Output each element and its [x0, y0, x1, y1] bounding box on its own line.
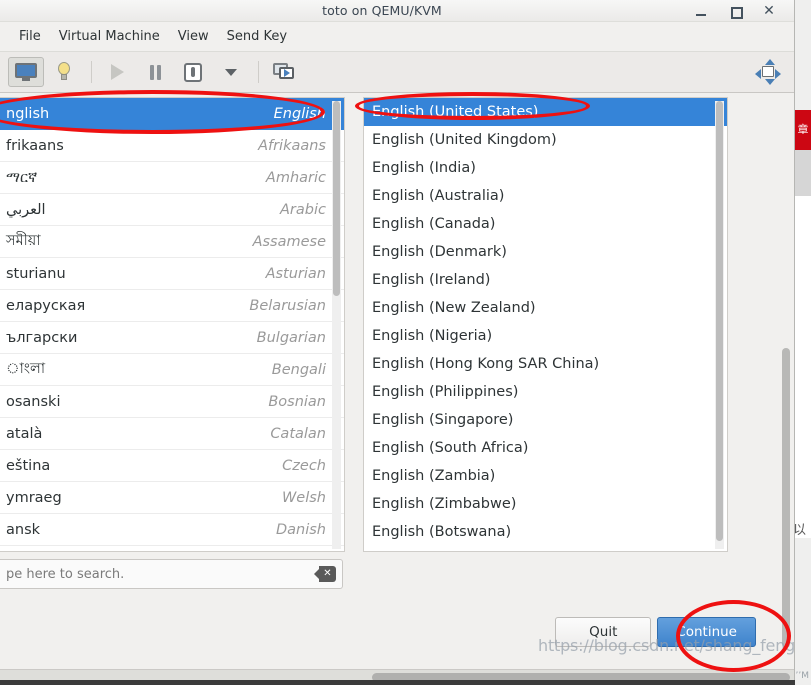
show-details-button[interactable]	[46, 57, 82, 87]
language-english-name: Assamese	[252, 233, 326, 250]
language-native-name: العربي	[6, 201, 46, 218]
pause-icon	[149, 64, 161, 80]
language-row[interactable]: العربي Arabic	[0, 194, 344, 226]
guest-display: nglishEnglish›frikaansAfrikaansማርኛAmhari…	[0, 93, 794, 669]
clear-icon-glyph: ✕	[319, 566, 336, 582]
fullscreen-icon	[755, 59, 781, 85]
monitor-icon	[15, 63, 37, 81]
language-row[interactable]: সমীয়া Assamese	[0, 226, 344, 258]
snapshots-icon	[273, 62, 295, 82]
language-row[interactable]: ългарски Bulgarian	[0, 322, 344, 354]
language-native-name: ansk	[6, 521, 41, 538]
language-native-name: ymraeg	[6, 489, 62, 506]
language-english-name: Belarusian	[249, 297, 326, 314]
language-row[interactable]: ymraeg Welsh	[0, 482, 344, 514]
background-red-block: 章	[795, 110, 811, 150]
language-row[interactable]: ansk Danish	[0, 514, 344, 546]
locale-row[interactable]: English (Zimbabwe)	[364, 490, 727, 518]
language-native-name: еларуская	[6, 297, 86, 314]
language-native-name: osanski	[6, 393, 61, 410]
locale-row[interactable]: English (Canada)	[364, 210, 727, 238]
language-list-panel[interactable]: nglishEnglish›frikaansAfrikaansማርኛAmhari…	[0, 97, 345, 552]
toolbar-separator-1	[91, 61, 92, 83]
locale-row[interactable]: English (Denmark)	[364, 238, 727, 266]
locale-row[interactable]: English (Ireland)	[364, 266, 727, 294]
locale-row[interactable]: English (Hong Kong SAR China)	[364, 350, 727, 378]
language-english-name: Bulgarian	[256, 329, 326, 346]
locale-row[interactable]: English (Philippines)	[364, 378, 727, 406]
locale-row[interactable]: English (New Zealand)	[364, 294, 727, 322]
power-icon	[184, 62, 202, 82]
locale-row[interactable]: English (Nigeria)	[364, 322, 727, 350]
shutdown-button[interactable]	[175, 57, 211, 87]
language-row[interactable]: eština Czech	[0, 450, 344, 482]
close-icon[interactable]: ✕	[762, 4, 776, 18]
language-native-name: াংলা	[6, 360, 46, 377]
language-row[interactable]: াংলা Bengali	[0, 354, 344, 386]
language-row[interactable]: sturianu Asturian	[0, 258, 344, 290]
language-row[interactable]: ማርኛ Amharic	[0, 162, 344, 194]
guest-vertical-scrollbar[interactable]	[780, 93, 792, 669]
locale-row[interactable]: English (India)	[364, 154, 727, 182]
menu-send-key[interactable]: Send Key	[218, 26, 296, 47]
guest-vertical-scrollbar-thumb[interactable]	[782, 348, 790, 648]
background-cjk-text: 以	[793, 523, 807, 538]
language-native-name: সমীয়া	[6, 232, 41, 249]
language-list: nglishEnglish›frikaansAfrikaansማርኛAmhari…	[0, 98, 344, 546]
snapshots-button[interactable]	[266, 57, 302, 87]
locale-row[interactable]: English (Zambia)	[364, 462, 727, 490]
language-native-name: nglish	[6, 105, 50, 122]
window-bottom-edge	[0, 680, 795, 685]
locale-list-scrollbar-thumb[interactable]	[716, 101, 723, 541]
locale-list-panel[interactable]: English (United States) English (United K…	[363, 97, 728, 552]
window-title: toto on QEMU/KVM	[322, 3, 442, 18]
menubar: File Virtual Machine View Send Key	[0, 22, 794, 52]
language-native-name: sturianu	[6, 265, 66, 282]
locale-row[interactable]: English (United Kingdom)	[364, 126, 727, 154]
window-controls: ✕	[694, 4, 794, 19]
minimize-icon[interactable]	[694, 4, 708, 18]
search-input[interactable]: pe here to search. ✕	[0, 559, 343, 589]
locale-list-scrollbar[interactable]	[715, 101, 724, 549]
watermark-text: https://blog.csdn.net/shang_feng_wei	[538, 636, 794, 655]
language-native-name: frikaans	[6, 137, 64, 154]
language-native-name: ългарски	[6, 329, 78, 346]
menu-virtual-machine[interactable]: Virtual Machine	[50, 26, 169, 47]
locale-row[interactable]: English (South Africa)	[364, 434, 727, 462]
menu-file[interactable]: File	[10, 26, 50, 47]
locale-row[interactable]: English (Australia)	[364, 182, 727, 210]
locale-row[interactable]: English (Singapore)	[364, 406, 727, 434]
search-placeholder: pe here to search.	[6, 566, 125, 582]
language-list-scrollbar[interactable]	[332, 101, 341, 549]
language-row[interactable]: frikaans Afrikaans	[0, 130, 344, 162]
language-native-name: atalà	[6, 425, 43, 442]
language-row[interactable]: atalà Catalan	[0, 418, 344, 450]
language-native-name: ማርኛ	[6, 169, 38, 186]
lightbulb-icon	[56, 62, 72, 82]
language-row[interactable]: nglishEnglish›	[0, 98, 344, 130]
language-row[interactable]: osanski Bosnian	[0, 386, 344, 418]
maximize-icon[interactable]	[728, 4, 743, 19]
locale-list: English (United States) English (United K…	[364, 98, 727, 546]
screenshot-root: 章 以 toto on QEMU/KVM ✕ File Virtual Mach…	[0, 0, 811, 685]
show-console-button[interactable]	[8, 57, 44, 87]
fullscreen-button[interactable]	[750, 57, 786, 87]
pause-button[interactable]	[137, 57, 173, 87]
locale-row[interactable]: English (United States)	[364, 98, 727, 126]
toolbar	[0, 52, 794, 93]
window-titlebar: toto on QEMU/KVM ✕	[0, 0, 794, 22]
play-icon	[110, 64, 124, 80]
vm-window: toto on QEMU/KVM ✕ File Virtual Machine …	[0, 0, 795, 685]
chevron-down-icon	[225, 68, 237, 76]
watermark-corner: ’’M	[795, 671, 810, 681]
toolbar-separator-2	[258, 61, 259, 83]
language-list-scrollbar-thumb[interactable]	[333, 101, 340, 296]
language-row[interactable]: еларуская Belarusian	[0, 290, 344, 322]
shutdown-menu-button[interactable]	[213, 57, 249, 87]
menu-view[interactable]: View	[169, 26, 218, 47]
clear-icon[interactable]: ✕	[314, 566, 336, 582]
run-button[interactable]	[99, 57, 135, 87]
language-native-name: eština	[6, 457, 51, 474]
locale-row[interactable]: English (Botswana)	[364, 518, 727, 546]
